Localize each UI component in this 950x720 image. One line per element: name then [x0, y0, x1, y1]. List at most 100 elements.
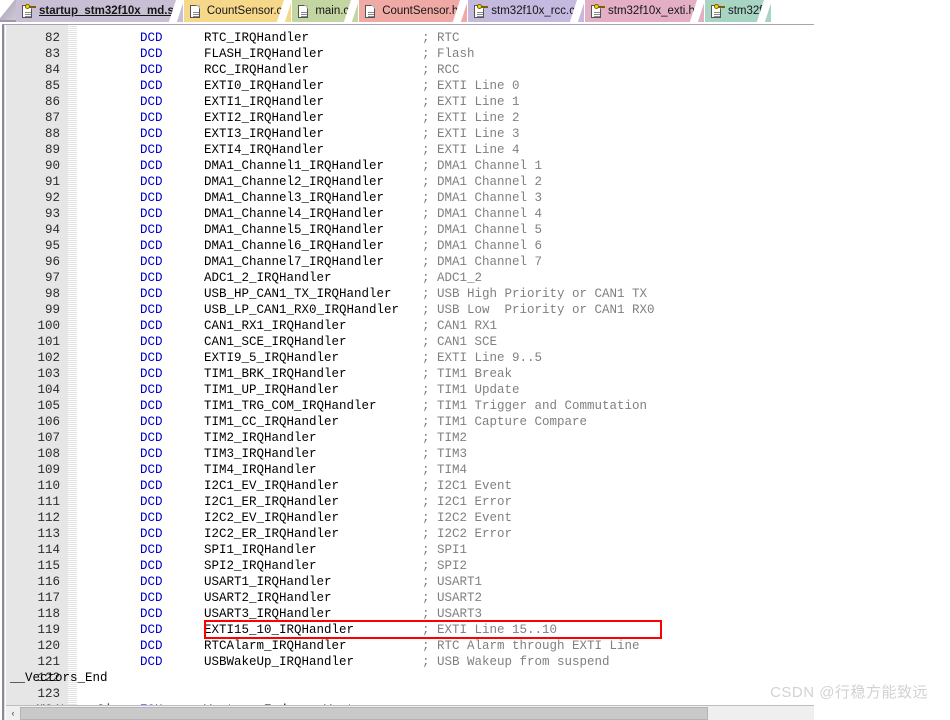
asm-comment: ; USART3 — [422, 607, 483, 621]
asm-mnemonic: DCD — [140, 543, 163, 557]
code-line[interactable]: 107 DCD TIM2_IRQHandler ; TIM2 — [4, 430, 814, 446]
code-scroll-area[interactable]: 82 DCD RTC_IRQHandler ; RTC 83 DCD FLASH_IRQHa… — [4, 25, 814, 720]
code-line[interactable]: 87 DCD EXTI2_IRQHandler ; EXTI Line 2 — [4, 110, 814, 126]
code-line[interactable]: 115 DCD SPI2_IRQHandler ; SPI2 — [4, 558, 814, 574]
asm-mnemonic: DCD — [140, 191, 163, 205]
asm-label: __Vectors_End — [10, 671, 108, 685]
asm-comment: ; USART2 — [422, 591, 483, 605]
asm-operand: EXTI15_10_IRQHandler — [204, 623, 355, 637]
code-line[interactable]: 95 DCD DMA1_Channel6_IRQHandler ; DMA1 Chan… — [4, 238, 814, 254]
asm-operand: DMA1_Channel2_IRQHandler — [204, 175, 385, 189]
asm-operand: ADC1_2_IRQHandler — [204, 271, 332, 285]
code-line[interactable]: 99 DCD USB_LP_CAN1_RX0_IRQHandler ; USB Low… — [4, 302, 814, 318]
line-number: 118 — [37, 607, 60, 621]
editor-tab-3[interactable]: CountSensor.h — [359, 0, 469, 22]
code-line[interactable]: 112 DCD I2C2_EV_IRQHandler ; I2C2 Event — [4, 510, 814, 526]
asm-operand: DMA1_Channel7_IRQHandler — [204, 255, 385, 269]
code-line[interactable]: 119 DCD EXTI15_10_IRQHandler ; EXTI Line 15… — [4, 622, 814, 638]
asm-comment: ; ADC1_2 — [422, 271, 483, 285]
line-number: 114 — [37, 543, 60, 557]
asm-mnemonic: DCD — [140, 223, 163, 237]
asm-operand: DMA1_Channel1_IRQHandler — [204, 159, 385, 173]
code-line[interactable]: 111 DCD I2C1_ER_IRQHandler ; I2C1 Error — [4, 494, 814, 510]
editor-tab-0[interactable]: startup_stm32f10x_md.s — [16, 0, 184, 22]
asm-operand: I2C2_EV_IRQHandler — [204, 511, 340, 525]
code-line[interactable]: 114 DCD SPI1_IRQHandler ; SPI1 — [4, 542, 814, 558]
line-number: 86 — [44, 95, 60, 109]
asm-comment: ; TIM1 Update — [422, 383, 520, 397]
code-line[interactable]: 85 DCD EXTI0_IRQHandler ; EXTI Line 0 — [4, 78, 814, 94]
code-line[interactable]: 123 — [4, 686, 814, 702]
code-line[interactable]: 84 DCD RCC_IRQHandler ; RCC — [4, 62, 814, 78]
code-line[interactable]: 83 DCD FLASH_IRQHandler ; Flash — [4, 46, 814, 62]
code-line[interactable]: 96 DCD DMA1_Channel7_IRQHandler ; DMA1 Chan… — [4, 254, 814, 270]
code-line[interactable]: 94 DCD DMA1_Channel5_IRQHandler ; DMA1 Chan… — [4, 222, 814, 238]
code-line[interactable]: 118 DCD USART3_IRQHandler ; USART3 — [4, 606, 814, 622]
asm-comment: ; EXTI Line 9..5 — [422, 351, 543, 365]
editor-tab-4[interactable]: stm32f10x_rcc.c — [468, 0, 586, 22]
key-overlay-icon — [594, 3, 606, 11]
asm-operand: USBWakeUp_IRQHandler — [204, 655, 355, 669]
code-line[interactable]: 91 DCD DMA1_Channel2_IRQHandler ; DMA1 Chan… — [4, 174, 814, 190]
asm-comment: ; EXTI Line 4 — [422, 143, 520, 157]
horizontal-scrollbar[interactable]: ‹ — [6, 705, 814, 720]
editor-tab-5[interactable]: stm32f10x_exti.h — [585, 0, 705, 22]
code-line[interactable]: 113 DCD I2C2_ER_IRQHandler ; I2C2 Error — [4, 526, 814, 542]
code-line[interactable]: 88 DCD EXTI3_IRQHandler ; EXTI Line 3 — [4, 126, 814, 142]
code-line[interactable]: 110 DCD I2C1_EV_IRQHandler ; I2C1 Event — [4, 478, 814, 494]
asm-operand: CAN1_SCE_IRQHandler — [204, 335, 347, 349]
code-line[interactable]: 122 __Vectors_End — [4, 670, 814, 686]
asm-mnemonic: DCD — [140, 495, 163, 509]
editor-tab-bar: startup_stm32f10x_md.s CountSensor.c main.… — [0, 0, 815, 22]
asm-operand: FLASH_IRQHandler — [204, 47, 325, 61]
asm-operand: I2C1_EV_IRQHandler — [204, 479, 340, 493]
asm-comment: ; EXTI Line 1 — [422, 95, 520, 109]
line-number: 95 — [44, 239, 60, 253]
code-line[interactable]: 98 DCD USB_HP_CAN1_TX_IRQHandler ; USB High… — [4, 286, 814, 302]
asm-mnemonic: DCD — [140, 79, 163, 93]
code-line[interactable]: 86 DCD EXTI1_IRQHandler ; EXTI Line 1 — [4, 94, 814, 110]
code-line[interactable]: 105 DCD TIM1_TRG_COM_IRQHandler ; TIM1 Trig… — [4, 398, 814, 414]
code-line[interactable]: 100 DCD CAN1_RX1_IRQHandler ; CAN1 RX1 — [4, 318, 814, 334]
code-line[interactable]: 82 DCD RTC_IRQHandler ; RTC — [4, 30, 814, 46]
scroll-left-arrow-icon[interactable]: ‹ — [6, 706, 20, 720]
code-line[interactable]: 104 DCD TIM1_UP_IRQHandler ; TIM1 Update — [4, 382, 814, 398]
code-line[interactable]: 92 DCD DMA1_Channel3_IRQHandler ; DMA1 Chan… — [4, 190, 814, 206]
code-line[interactable]: 90 DCD DMA1_Channel1_IRQHandler ; DMA1 Chan… — [4, 158, 814, 174]
line-number: 102 — [37, 351, 60, 365]
asm-comment: ; DMA1 Channel 6 — [422, 239, 543, 253]
asm-mnemonic: DCD — [140, 47, 163, 61]
asm-comment: ; DMA1 Channel 4 — [422, 207, 543, 221]
editor-tab-2[interactable]: main.c — [292, 0, 360, 22]
screenshot-root: startup_stm32f10x_md.s CountSensor.c main.… — [0, 0, 950, 720]
asm-operand: EXTI2_IRQHandler — [204, 111, 325, 125]
asm-comment: ; DMA1 Channel 1 — [422, 159, 543, 173]
code-line[interactable]: 109 DCD TIM4_IRQHandler ; TIM4 — [4, 462, 814, 478]
editor-tab-1[interactable]: CountSensor.c — [183, 0, 293, 22]
code-line[interactable]: 103 DCD TIM1_BRK_IRQHandler ; TIM1 Break — [4, 366, 814, 382]
line-number: 88 — [44, 127, 60, 141]
code-line[interactable]: 121 DCD USBWakeUp_IRQHandler ; USB Wakeup f… — [4, 654, 814, 670]
code-line[interactable]: 93 DCD DMA1_Channel4_IRQHandler ; DMA1 Chan… — [4, 206, 814, 222]
asm-mnemonic: DCD — [140, 335, 163, 349]
code-line[interactable]: 89 DCD EXTI4_IRQHandler ; EXTI Line 4 — [4, 142, 814, 158]
code-line[interactable]: 97 DCD ADC1_2_IRQHandler ; ADC1_2 — [4, 270, 814, 286]
asm-operand: EXTI0_IRQHandler — [204, 79, 325, 93]
line-number: 113 — [37, 527, 60, 541]
code-line[interactable]: 108 DCD TIM3_IRQHandler ; TIM3 — [4, 446, 814, 462]
ide-window: startup_stm32f10x_md.s CountSensor.c main.… — [0, 0, 815, 720]
horizontal-scrollbar-thumb[interactable] — [20, 706, 708, 720]
line-number: 109 — [37, 463, 60, 477]
line-number: 107 — [37, 431, 60, 445]
code-line[interactable]: 120 DCD RTCAlarm_IRQHandler ; RTC Alarm thr… — [4, 638, 814, 654]
editor-tab-6[interactable]: stm32f — [704, 0, 773, 22]
code-line[interactable]: 117 DCD USART2_IRQHandler ; USART2 — [4, 590, 814, 606]
code-line[interactable]: 102 DCD EXTI9_5_IRQHandler ; EXTI Line 9..5 — [4, 350, 814, 366]
asm-operand: TIM4_IRQHandler — [204, 463, 317, 477]
asm-operand: EXTI9_5_IRQHandler — [204, 351, 340, 365]
code-line[interactable]: 106 DCD TIM1_CC_IRQHandler ; TIM1 Capture C… — [4, 414, 814, 430]
line-number: 92 — [44, 191, 60, 205]
code-line[interactable]: 116 DCD USART1_IRQHandler ; USART1 — [4, 574, 814, 590]
asm-comment: ; I2C2 Event — [422, 511, 513, 525]
code-line[interactable]: 101 DCD CAN1_SCE_IRQHandler ; CAN1 SCE — [4, 334, 814, 350]
